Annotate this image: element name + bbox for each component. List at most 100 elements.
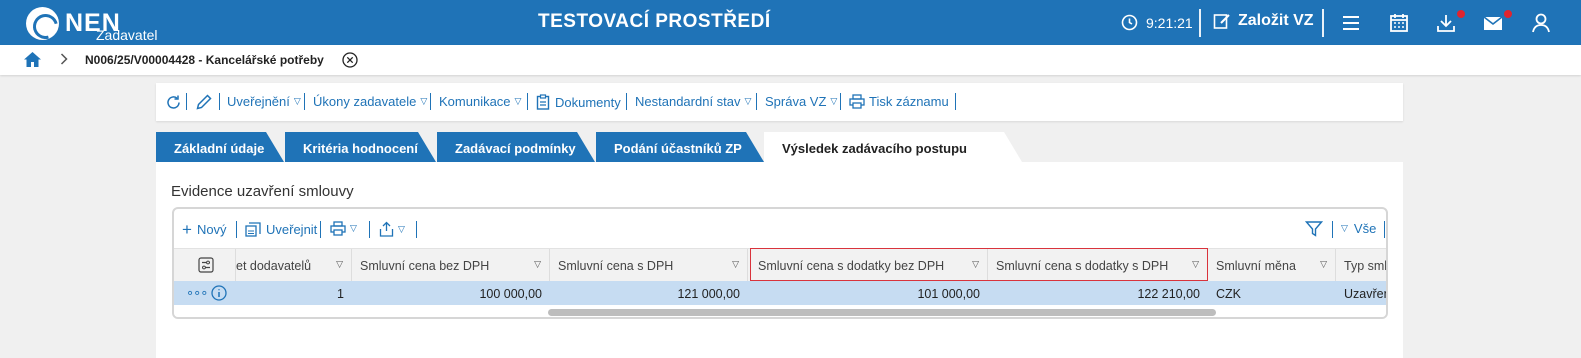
tab-label: Podání účastníků ZP xyxy=(614,141,742,156)
toolbar-separator xyxy=(756,93,757,110)
cell-cena-dodatky-s-dph: 122 210,00 xyxy=(1137,287,1200,301)
share-icon xyxy=(379,221,394,237)
new-button[interactable]: + Nový xyxy=(182,221,227,238)
dropdown-triangle-icon: ▽ xyxy=(350,223,357,233)
toolbar-separator xyxy=(219,93,220,110)
create-vz-label: Založit VZ xyxy=(1238,12,1314,29)
printer-icon xyxy=(849,94,865,109)
cell-cena-s-dph: 121 000,00 xyxy=(677,287,740,301)
menu-komunikace[interactable]: Komunikace ▽ xyxy=(439,94,521,109)
publish-button[interactable]: Uveřejnit xyxy=(245,221,317,237)
filter-icon[interactable] xyxy=(1305,220,1323,238)
column-label: Typ sml xyxy=(1344,259,1388,273)
toolbar-separator xyxy=(320,221,321,238)
export-dropdown[interactable]: ▽ xyxy=(379,221,405,237)
menu-tisk-label: Tisk záznamu xyxy=(869,94,949,109)
user-icon[interactable] xyxy=(1530,12,1552,34)
horizontal-scrollbar-thumb[interactable] xyxy=(548,309,1216,316)
column-header-smluvni-mena[interactable]: Smluvní měna ▽ xyxy=(1208,249,1336,282)
dropdown-triangle-icon: ▽ xyxy=(830,96,838,106)
toolbar-separator xyxy=(186,93,187,110)
clock-icon xyxy=(1121,14,1138,31)
column-filter-icon[interactable]: ▽ xyxy=(534,259,541,270)
download-notification-badge xyxy=(1457,10,1465,18)
column-header-cena-bez-dph[interactable]: Smluvní cena bez DPH ▽ xyxy=(352,249,550,282)
toolbar-separator xyxy=(626,93,627,110)
cell-cena-dodatky-bez-dph: 101 000,00 xyxy=(917,287,980,301)
column-header-cena-s-dph[interactable]: Smluvní cena s DPH ▽ xyxy=(550,249,748,282)
create-vz-button[interactable]: Založit VZ xyxy=(1213,12,1314,30)
toolbar-separator xyxy=(416,221,417,238)
dropdown-triangle-icon: ▽ xyxy=(293,96,301,106)
column-header-typ-smlouvy[interactable]: Typ sml xyxy=(1336,249,1388,282)
tab-podani-ucastniku[interactable]: Podání účastníků ZP xyxy=(596,132,764,162)
nen-logo-icon xyxy=(26,6,59,40)
dropdown-triangle-icon: ▽ xyxy=(1341,223,1348,233)
toolbar-separator xyxy=(236,221,237,238)
cell-pocet-dodavatelu: 1 xyxy=(337,287,344,301)
column-filter-icon[interactable]: ▽ xyxy=(336,259,343,270)
pencil-icon[interactable] xyxy=(195,93,213,111)
menu-ukony-label: Úkony zadavatele xyxy=(313,94,417,109)
environment-title: TESTOVACÍ PROSTŘEDÍ xyxy=(538,11,771,32)
chevron-right-icon xyxy=(60,53,68,65)
edit-icon xyxy=(1213,14,1230,29)
menu-ukony-zadavatele[interactable]: Úkony zadavatele ▽ xyxy=(313,94,427,109)
column-settings-cell[interactable] xyxy=(174,249,236,282)
publish-icon xyxy=(245,222,261,237)
publish-button-label: Uveřejnit xyxy=(266,221,318,237)
menu-dokumenty-label: Dokumenty xyxy=(555,94,621,110)
column-header-pocet-dodavatelu[interactable]: et dodavatelů ▽ xyxy=(236,249,352,282)
column-filter-icon[interactable]: ▽ xyxy=(1320,259,1327,270)
tab-vysledek-zadavaciho-postupu[interactable]: Výsledek zadávacího postupu xyxy=(764,132,1022,162)
tab-label: Výsledek zadávacího postupu xyxy=(782,141,967,156)
toolbar-separator xyxy=(1384,221,1385,238)
section-title: Evidence uzavření smlouvy xyxy=(171,183,354,200)
breadcrumb-current: N006/25/V00004428 - Kancelářské potřeby xyxy=(85,53,324,67)
dropdown-triangle-icon: ▽ xyxy=(420,96,428,106)
tab-label: Základní údaje xyxy=(174,141,265,156)
more-options-icon[interactable]: ∘∘∘ xyxy=(186,285,208,301)
menu-uverejneni-label: Uveřejnění xyxy=(227,94,290,109)
toolbar-separator xyxy=(304,93,305,110)
contracts-grid: + Nový Uveřejnit ▽ ▽ ▽ Vše et dodavatelů… xyxy=(172,207,1388,319)
menu-uverejneni[interactable]: Uveřejnění ▽ xyxy=(227,94,301,109)
mail-notification-badge xyxy=(1504,10,1512,18)
menu-tisk-zaznamu[interactable]: Tisk záznamu xyxy=(849,94,949,109)
breadcrumb: N006/25/V00004428 - Kancelářské potřeby xyxy=(0,45,1581,75)
menu-sprava-vz[interactable]: Správa VZ ▽ xyxy=(765,94,837,109)
tab-label: Kritéria hodnocení xyxy=(303,141,418,156)
close-icon[interactable] xyxy=(342,52,358,68)
printer-icon xyxy=(330,221,346,236)
column-label: Smluvní cena s DPH xyxy=(558,259,674,273)
toolbar-separator xyxy=(1332,221,1333,238)
menu-icon[interactable] xyxy=(1340,12,1362,34)
menu-dokumenty[interactable]: Dokumenty xyxy=(536,94,621,110)
toolbar-separator xyxy=(955,93,956,110)
menu-nestandardni-stav[interactable]: Nestandardní stav ▽ xyxy=(635,94,751,109)
mail-icon[interactable] xyxy=(1482,12,1504,34)
view-all-dropdown[interactable]: ▽ Vše xyxy=(1341,221,1376,236)
toolbar-separator xyxy=(430,93,431,110)
tab-zakladni-udaje[interactable]: Základní údaje xyxy=(156,132,284,162)
toolbar-separator xyxy=(527,93,528,110)
column-label: Smluvní měna xyxy=(1216,259,1296,273)
info-icon[interactable] xyxy=(211,285,227,301)
grid-toolbar: + Nový Uveřejnit ▽ ▽ ▽ Vše xyxy=(174,209,1386,247)
refresh-icon[interactable] xyxy=(165,94,182,111)
tab-zadavaci-podminky[interactable]: Zadávací podmínky xyxy=(437,132,595,162)
cell-typ-smlouvy: Uzavřen xyxy=(1344,287,1388,301)
column-filter-icon[interactable]: ▽ xyxy=(732,259,739,270)
header-divider xyxy=(1199,9,1201,37)
column-label: Smluvní cena bez DPH xyxy=(360,259,490,273)
home-icon[interactable] xyxy=(23,51,42,68)
column-label: et dodavatelů xyxy=(236,259,312,273)
tab-kriteria-hodnoceni[interactable]: Kritéria hodnocení xyxy=(285,132,436,162)
table-row[interactable]: ∘∘∘ 1 100 000,00 121 000,00 101 000,00 1… xyxy=(174,281,1386,305)
calendar-icon[interactable] xyxy=(1388,12,1410,34)
dropdown-triangle-icon: ▽ xyxy=(744,96,752,106)
print-dropdown[interactable]: ▽ xyxy=(330,221,357,236)
tab-label: Zadávací podmínky xyxy=(455,141,576,156)
clock-time: 9:21:21 xyxy=(1146,14,1193,31)
download-icon[interactable] xyxy=(1435,12,1457,34)
